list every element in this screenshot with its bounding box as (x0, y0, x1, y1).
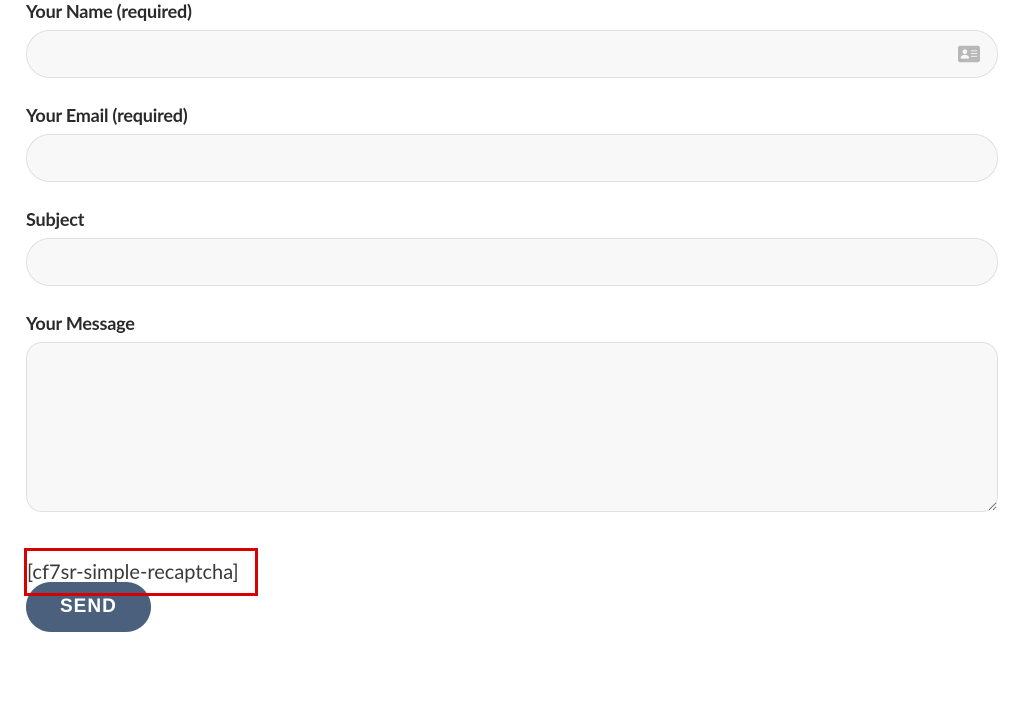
email-input[interactable] (26, 134, 998, 182)
message-textarea[interactable] (26, 342, 998, 512)
name-label: Your Name (required) (26, 0, 998, 22)
name-field-group: Your Name (required) (26, 0, 998, 78)
name-input-wrap (26, 30, 998, 78)
email-field-group: Your Email (required) (26, 104, 998, 182)
id-card-icon (958, 45, 980, 63)
email-label: Your Email (required) (26, 104, 998, 126)
message-field-group: Your Message (26, 312, 998, 516)
subject-label: Subject (26, 208, 998, 230)
contact-form: Your Name (required) Your Email (require… (26, 0, 998, 632)
captcha-shortcode: [cf7sr-simple-recaptcha] (24, 548, 258, 596)
subject-input[interactable] (26, 238, 998, 286)
name-input[interactable] (26, 30, 998, 78)
subject-field-group: Subject (26, 208, 998, 286)
email-input-wrap (26, 134, 998, 182)
message-label: Your Message (26, 312, 998, 334)
subject-input-wrap (26, 238, 998, 286)
